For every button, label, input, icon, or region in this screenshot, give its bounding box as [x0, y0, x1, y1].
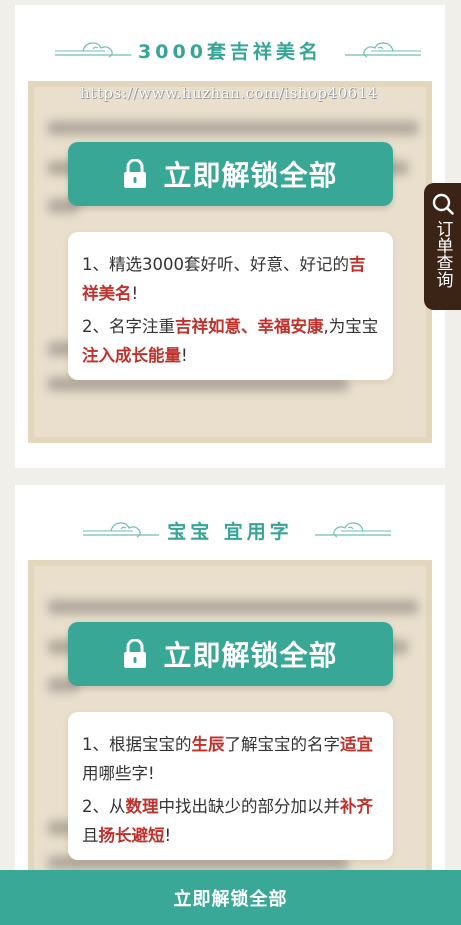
bottom-unlock-button[interactable]: 立即解锁全部 — [0, 870, 461, 925]
unlock-button-label: 立即解锁全部 — [163, 159, 338, 192]
unlock-all-button[interactable]: 立即解锁全部 — [68, 142, 393, 206]
feature-description-box: 1、根据宝宝的生辰了解宝宝的名字适宜用哪些字! 2、从数理中找出缺少的部分加以并… — [68, 712, 393, 860]
feature-description-box: 1、精选3000套好听、好意、好记的吉祥美名! 2、名字注重吉祥如意、幸福安康,… — [68, 232, 393, 380]
highlight-text: 吉祥如意、幸福安康 — [175, 317, 324, 336]
bottom-unlock-label: 立即解锁全部 — [173, 888, 288, 910]
feature-text: ! — [181, 346, 188, 365]
search-icon — [432, 193, 454, 215]
cloud-ornament-right — [315, 522, 391, 538]
watermark-url: https://www.huzhan.com/ishop40614 — [80, 84, 378, 102]
feature-text: 2、名字注重 — [82, 317, 175, 336]
feature-text: ! — [164, 826, 172, 845]
feature-item: 1、根据宝宝的生辰了解宝宝的名字适宜用哪些字! — [82, 730, 379, 788]
blurred-text-line — [48, 121, 418, 135]
order-query-tab[interactable]: 订单查询 — [424, 183, 461, 310]
lock-icon — [123, 159, 147, 189]
feature-text: ! — [131, 284, 139, 303]
unlock-button-label: 立即解锁全部 — [163, 639, 338, 672]
feature-item: 1、精选3000套好听、好意、好记的吉祥美名! — [82, 250, 379, 308]
section-card-lucky-names: 3000套吉祥美名 https://www.huzhan.com/ishop40… — [15, 5, 445, 468]
feature-text: 2、从 — [82, 797, 126, 816]
feature-item: 2、从数理中找出缺少的部分加以并补齐且扬长避短! — [82, 792, 379, 850]
feature-text: ,为宝宝 — [323, 317, 379, 336]
highlight-text: 生辰 — [191, 735, 225, 754]
highlight-text: 补齐 — [340, 797, 373, 816]
section-card-suitable-chars: 宝宝 宜用字 立即解锁全部 1、根据宝宝的生辰了解宝宝的名字适宜用哪些字! 2、… — [15, 485, 445, 925]
highlight-text: 适宜 — [340, 735, 373, 754]
feature-text: 用哪些字! — [82, 764, 155, 783]
feature-text: 1、根据宝宝的 — [82, 735, 192, 754]
lock-icon — [123, 639, 147, 669]
unlock-all-button[interactable]: 立即解锁全部 — [68, 622, 393, 686]
highlight-text: 扬长避短 — [98, 826, 165, 845]
highlight-text: 注入成长能量 — [82, 346, 181, 365]
feature-text: 中找出缺少的部分加以并 — [158, 797, 341, 816]
feature-text: 且 — [82, 826, 99, 845]
feature-text: 了解宝宝的名字 — [224, 735, 341, 754]
feature-item: 2、名字注重吉祥如意、幸福安康,为宝宝注入成长能量! — [82, 312, 379, 370]
order-query-label: 订单查询 — [432, 220, 453, 288]
feature-text: 1、精选3000套好听、好意、好记的 — [82, 255, 349, 274]
blurred-text-line — [48, 600, 418, 614]
highlight-text: 数理 — [125, 797, 159, 816]
cloud-ornament-right — [345, 42, 421, 58]
